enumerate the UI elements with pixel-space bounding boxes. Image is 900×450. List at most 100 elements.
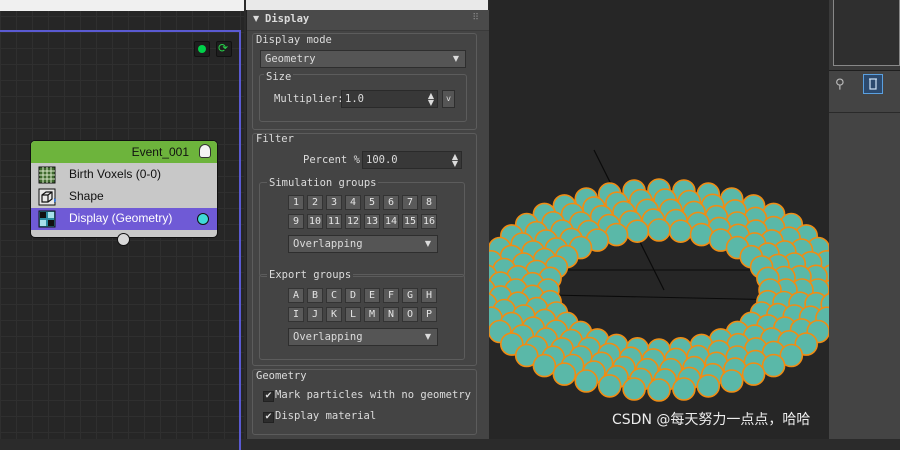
status-light-icon[interactable]	[194, 41, 210, 57]
export-group-button-o[interactable]: O	[402, 307, 418, 322]
lightbulb-icon[interactable]	[199, 144, 211, 158]
sim-group-button-1[interactable]: 1	[288, 195, 304, 210]
sim-group-button-8[interactable]: 8	[421, 195, 437, 210]
particle-sphere	[597, 374, 622, 398]
operator-label: Display (Geometry)	[69, 211, 173, 225]
particle-sphere	[622, 377, 646, 401]
geometry-label: Geometry	[256, 370, 307, 382]
export-overlap-value: Overlapping	[293, 331, 363, 343]
dropdown-arrow-icon: ▼	[452, 54, 459, 63]
export-group-button-m[interactable]: M	[364, 307, 380, 322]
export-group-button-n[interactable]: N	[383, 307, 399, 322]
export-overlap-dropdown[interactable]: Overlapping ▼	[288, 328, 438, 346]
particle-sphere	[552, 362, 577, 386]
spinner-arrows-icon[interactable]: ▲ ▼	[428, 92, 434, 107]
export-group-button-l[interactable]: L	[345, 307, 361, 322]
drag-handle-icon[interactable]: ⠿	[472, 13, 479, 23]
export-group-button-p[interactable]: P	[421, 307, 437, 322]
cube-icon	[38, 188, 56, 206]
event-title: Event_001	[131, 145, 189, 159]
export-group-button-b[interactable]: B	[307, 288, 323, 303]
operator-label: Shape	[69, 189, 104, 203]
sim-group-button-10[interactable]: 10	[307, 214, 323, 229]
export-groups-label: Export groups	[267, 269, 354, 281]
export-group-button-k[interactable]: K	[326, 307, 342, 322]
display-mode-label: Display mode	[256, 34, 332, 46]
sim-group-button-5[interactable]: 5	[364, 195, 380, 210]
particle-sphere	[761, 353, 786, 378]
trash-icon[interactable]	[863, 74, 883, 94]
operator-display[interactable]: Display (Geometry)	[31, 208, 217, 230]
sim-group-button-11[interactable]: 11	[326, 214, 342, 229]
dropdown-arrow-icon: ▼	[424, 239, 431, 248]
display-material-label: Display material	[275, 410, 377, 422]
simulation-overlap-dropdown[interactable]: Overlapping ▼	[288, 235, 438, 253]
operator-shape[interactable]: Shape	[31, 186, 217, 208]
particle-sphere	[668, 219, 693, 243]
sim-group-button-13[interactable]: 13	[364, 214, 380, 229]
mark-particles-label: Mark particles with no geometry	[275, 389, 471, 401]
export-group-button-j[interactable]: J	[307, 307, 323, 322]
sim-group-button-4[interactable]: 4	[345, 195, 361, 210]
export-group-button-c[interactable]: C	[326, 288, 342, 303]
simulation-groups-label: Simulation groups	[267, 177, 379, 189]
sim-group-button-7[interactable]: 7	[402, 195, 418, 210]
command-panel: ⚲	[829, 0, 900, 439]
sim-group-button-3[interactable]: 3	[326, 195, 342, 210]
export-group-button-e[interactable]: E	[364, 288, 380, 303]
particle-sphere	[625, 219, 650, 243]
mark-particles-checkbox[interactable]: ✔	[263, 391, 274, 402]
particle-sphere	[647, 218, 671, 242]
display-material-checkbox[interactable]: ✔	[263, 412, 274, 423]
display-mode-dropdown[interactable]: Geometry ▼	[260, 50, 466, 68]
export-group-button-g[interactable]: G	[402, 288, 418, 303]
sim-group-button-12[interactable]: 12	[345, 214, 361, 229]
filter-label: Filter	[256, 133, 294, 145]
particle-sphere	[719, 369, 744, 393]
particle-sphere	[696, 374, 721, 398]
percent-label: Percent %:	[303, 154, 367, 166]
pin-icon[interactable]: ⚲	[835, 77, 845, 92]
multiplier-label: Multiplier:	[274, 93, 344, 105]
sim-group-button-16[interactable]: 16	[421, 214, 437, 229]
export-group-button-d[interactable]: D	[345, 288, 361, 303]
percent-value: 100.0	[366, 154, 398, 166]
export-group-button-a[interactable]: A	[288, 288, 304, 303]
export-group-button-i[interactable]: I	[288, 307, 304, 322]
divider	[829, 112, 900, 113]
sim-group-button-15[interactable]: 15	[402, 214, 418, 229]
multiplier-value: 1.0	[345, 93, 364, 105]
sim-group-button-14[interactable]: 14	[383, 214, 399, 229]
sim-group-button-2[interactable]: 2	[307, 195, 323, 210]
size-label: Size	[264, 71, 294, 83]
parameters-panel: ▼ Display ⠿ Display mode Geometry ▼ Size…	[246, 10, 490, 439]
spinner-arrows-icon[interactable]: ▲ ▼	[452, 153, 458, 168]
particle-sphere	[647, 378, 671, 402]
window-title-strip	[0, 0, 244, 11]
percent-spinner[interactable]: 100.0 ▲ ▼	[362, 151, 462, 169]
refresh-icon[interactable]: ⟳	[216, 41, 232, 57]
viewport-3d[interactable]	[489, 0, 829, 439]
event-node[interactable]: Event_001 Birth Voxels (0-0) Shape Displ…	[30, 140, 218, 238]
operator-birth-voxels[interactable]: Birth Voxels (0-0)	[31, 164, 217, 186]
particle-sphere	[672, 377, 696, 401]
particle-render	[489, 149, 829, 402]
display-mode-value: Geometry	[265, 53, 316, 65]
export-group-button-h[interactable]: H	[421, 288, 437, 303]
sim-group-button-9[interactable]: 9	[288, 214, 304, 229]
collapse-arrow-icon: ▼	[253, 14, 260, 23]
export-group-button-f[interactable]: F	[383, 288, 399, 303]
particle-sphere	[741, 362, 766, 386]
rollout-title: Display	[265, 13, 310, 25]
output-port[interactable]	[197, 213, 209, 225]
rollout-header[interactable]: ▼ Display ⠿	[247, 10, 489, 31]
dropdown-arrow-icon: ▼	[424, 332, 431, 341]
multiplier-spinner[interactable]: 1.0 ▲ ▼	[341, 90, 438, 108]
variation-button[interactable]: v	[442, 90, 455, 108]
event-header[interactable]: Event_001	[31, 141, 217, 163]
event-output-port[interactable]	[117, 233, 130, 246]
simulation-overlap-value: Overlapping	[293, 238, 363, 250]
particle-sphere	[574, 369, 599, 393]
sim-group-button-6[interactable]: 6	[383, 195, 399, 210]
preview-box	[833, 0, 900, 66]
